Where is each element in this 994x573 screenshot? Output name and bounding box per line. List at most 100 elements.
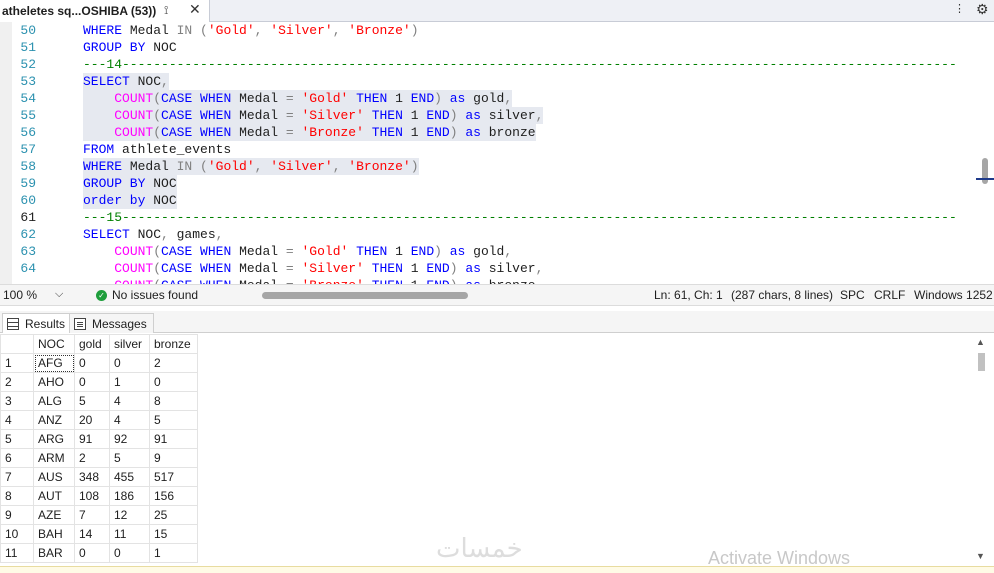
row-number[interactable]: 2 <box>0 372 34 392</box>
cell-gold[interactable]: 108 <box>74 486 110 506</box>
cell-noc[interactable]: ANZ <box>33 410 75 430</box>
grid-corner-cell[interactable] <box>0 334 34 354</box>
zoom-dropdown[interactable]: 100 % ⌵ <box>3 288 71 304</box>
row-number[interactable]: 5 <box>0 429 34 449</box>
row-number[interactable]: 9 <box>0 505 34 525</box>
cell-gold[interactable]: 91 <box>74 429 110 449</box>
editor-scroll-thumb[interactable] <box>982 158 988 184</box>
table-row[interactable]: 5 ARG 91 92 91 <box>0 429 198 449</box>
results-scroll-thumb[interactable] <box>978 353 985 371</box>
table-row[interactable]: 4 ANZ 20 4 5 <box>0 410 198 430</box>
code-line[interactable]: 57 FROM athlete_events <box>0 141 980 158</box>
cell-silver[interactable]: 186 <box>109 486 150 506</box>
code-line[interactable]: 56 COUNT(CASE WHEN Medal = 'Bronze' THEN… <box>0 124 980 141</box>
cell-noc[interactable]: ARM <box>33 448 75 468</box>
cell-noc[interactable]: BAH <box>33 524 75 544</box>
cell-bronze[interactable]: 5 <box>149 410 198 430</box>
column-header-noc[interactable]: NOC <box>33 334 75 354</box>
cell-gold[interactable]: 0 <box>74 372 110 392</box>
column-header-silver[interactable]: silver <box>109 334 150 354</box>
cell-gold[interactable]: 0 <box>74 543 110 563</box>
cell-bronze[interactable]: 91 <box>149 429 198 449</box>
cell-silver[interactable]: 5 <box>109 448 150 468</box>
cell-silver[interactable]: 0 <box>109 543 150 563</box>
cell-gold[interactable]: 0 <box>74 353 110 373</box>
editor-horizontal-scroll-thumb[interactable] <box>262 292 468 299</box>
table-row[interactable]: 2 AHO 0 1 0 <box>0 372 198 392</box>
row-number[interactable]: 8 <box>0 486 34 506</box>
code-line[interactable]: 59 GROUP BY NOC <box>0 175 980 192</box>
scroll-up-icon[interactable]: ▲ <box>976 337 985 347</box>
cell-bronze[interactable]: 1 <box>149 543 198 563</box>
code-line[interactable]: 62 SELECT NOC, games, <box>0 226 980 243</box>
table-row[interactable]: 11 BAR 0 0 1 <box>0 543 198 563</box>
cell-silver[interactable]: 4 <box>109 410 150 430</box>
code-line[interactable]: 61 ---15---------------------------------… <box>0 209 980 226</box>
results-vertical-scrollbar[interactable]: ▲ ▼ <box>976 337 988 565</box>
row-number[interactable]: 6 <box>0 448 34 468</box>
code-line[interactable]: 58 WHERE Medal IN ('Gold', 'Silver', 'Bro… <box>0 158 980 175</box>
tab-overflow-icon[interactable]: ⋮ <box>954 2 965 15</box>
row-number[interactable]: 7 <box>0 467 34 487</box>
table-row[interactable]: 8 AUT 108 186 156 <box>0 486 198 506</box>
cell-bronze[interactable]: 2 <box>149 353 198 373</box>
code-line[interactable]: 53 SELECT NOC, <box>0 73 980 90</box>
cell-bronze[interactable]: 517 <box>149 467 198 487</box>
cell-silver[interactable]: 455 <box>109 467 150 487</box>
query-document-tab[interactable]: atheletes sq...OSHIBA (53)) ⟟ ✕ <box>0 0 210 22</box>
code-line[interactable]: 50 WHERE Medal IN ('Gold', 'Silver', 'Bro… <box>0 22 980 39</box>
cell-noc[interactable]: ARG <box>33 429 75 449</box>
table-row[interactable]: 7 AUS 348 455 517 <box>0 467 198 487</box>
results-grid[interactable]: NOC gold silver bronze 1 AFG 0 0 2 2 AHO 0 1 0 3 AL… <box>0 334 198 563</box>
cell-gold[interactable]: 14 <box>74 524 110 544</box>
settings-gear-icon[interactable]: ⚙ <box>976 1 989 18</box>
code-line[interactable]: 60 order by NOC <box>0 192 980 209</box>
code-line[interactable]: 63 COUNT(CASE WHEN Medal = 'Gold' THEN 1… <box>0 243 980 260</box>
cell-bronze[interactable]: 0 <box>149 372 198 392</box>
table-row[interactable]: 3 ALG 5 4 8 <box>0 391 198 411</box>
issues-status[interactable]: No issues found <box>112 288 198 302</box>
cell-bronze[interactable]: 156 <box>149 486 198 506</box>
chevron-down-icon[interactable]: ⌵ <box>55 288 63 301</box>
encoding[interactable]: Windows 1252 <box>914 288 993 302</box>
row-number[interactable]: 3 <box>0 391 34 411</box>
cell-silver[interactable]: 12 <box>109 505 150 525</box>
cell-gold[interactable]: 5 <box>74 391 110 411</box>
cell-gold[interactable]: 7 <box>74 505 110 525</box>
tab-messages[interactable]: Messages <box>69 313 154 333</box>
row-number[interactable]: 10 <box>0 524 34 544</box>
table-row[interactable]: 10 BAH 14 11 15 <box>0 524 198 544</box>
code-line[interactable]: 64 COUNT(CASE WHEN Medal = 'Silver' THEN… <box>0 260 980 277</box>
code-line[interactable]: 52 ---14---------------------------------… <box>0 56 980 73</box>
row-number[interactable]: 1 <box>0 353 34 373</box>
code-line[interactable]: 55 COUNT(CASE WHEN Medal = 'Silver' THEN… <box>0 107 980 124</box>
spacing-mode[interactable]: SPC <box>840 288 865 302</box>
column-header-gold[interactable]: gold <box>74 334 110 354</box>
row-number[interactable]: 11 <box>0 543 34 563</box>
table-row[interactable]: 6 ARM 2 5 9 <box>0 448 198 468</box>
cell-silver[interactable]: 92 <box>109 429 150 449</box>
pin-icon[interactable]: ⟟ <box>164 3 168 18</box>
cell-silver[interactable]: 4 <box>109 391 150 411</box>
code-line[interactable]: 54 COUNT(CASE WHEN Medal = 'Gold' THEN 1… <box>0 90 980 107</box>
cell-noc[interactable]: AFG <box>33 353 75 373</box>
line-endings[interactable]: CRLF <box>874 288 905 302</box>
cell-silver[interactable]: 1 <box>109 372 150 392</box>
editor-vertical-scrollbar[interactable]: ⌸ <box>976 22 994 284</box>
cell-noc[interactable]: ALG <box>33 391 75 411</box>
code-line[interactable]: COUNT(CASE WHEN Medal = 'Bronze' THEN 1 … <box>0 277 980 284</box>
row-number[interactable]: 4 <box>0 410 34 430</box>
table-row[interactable]: 9 AZE 7 12 25 <box>0 505 198 525</box>
cell-gold[interactable]: 348 <box>74 467 110 487</box>
scroll-down-icon[interactable]: ▼ <box>976 551 985 561</box>
cell-bronze[interactable]: 15 <box>149 524 198 544</box>
cell-gold[interactable]: 2 <box>74 448 110 468</box>
cell-noc[interactable]: AUT <box>33 486 75 506</box>
cell-silver[interactable]: 0 <box>109 353 150 373</box>
close-tab-icon[interactable]: ✕ <box>189 1 201 18</box>
cell-bronze[interactable]: 25 <box>149 505 198 525</box>
sql-editor[interactable]: 50 WHERE Medal IN ('Gold', 'Silver', 'Bro… <box>0 22 994 284</box>
tab-results[interactable]: Results <box>2 313 73 333</box>
cell-noc[interactable]: AZE <box>33 505 75 525</box>
code-line[interactable]: 51 GROUP BY NOC <box>0 39 980 56</box>
